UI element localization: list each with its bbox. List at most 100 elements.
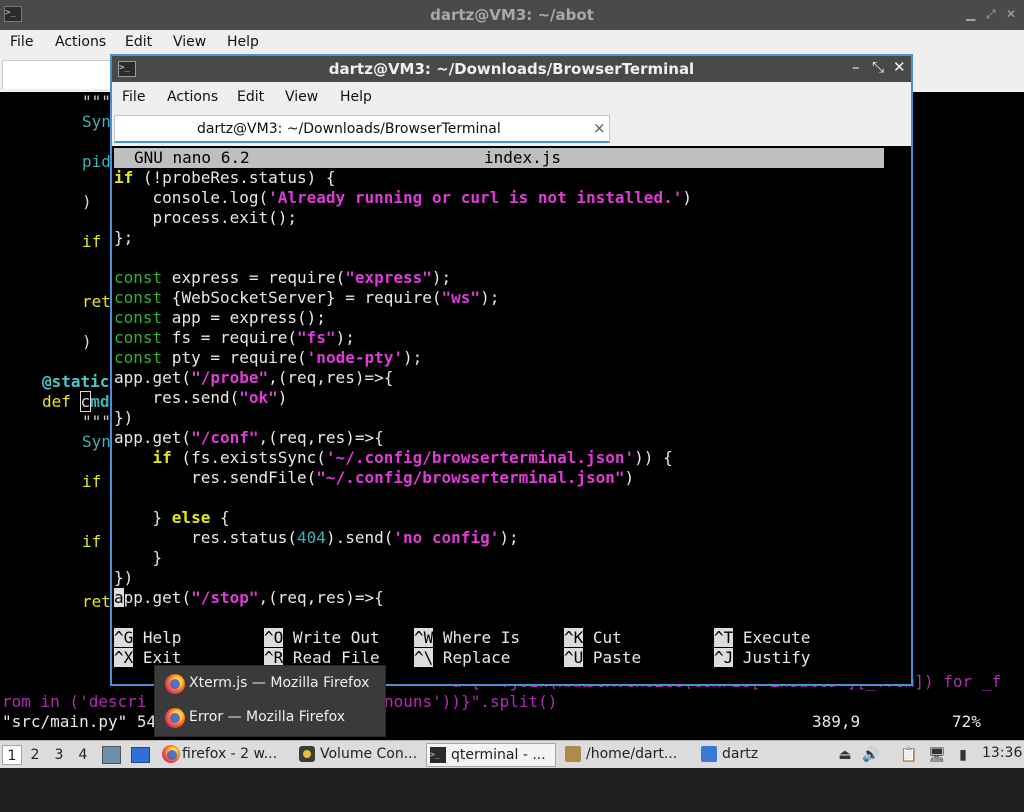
restore-icon[interactable]: ⤡ — [872, 58, 884, 76]
code-token: 'node-pty' — [306, 348, 403, 367]
code-token: fs = require( — [162, 328, 298, 347]
workspace-1[interactable]: 1 — [2, 745, 22, 765]
shortcut-key: ^K — [564, 628, 584, 647]
popup-item-error-firefox[interactable]: Error — Mozilla Firefox — [155, 701, 385, 735]
maximize-icon[interactable]: ⤢ — [986, 7, 996, 22]
code-line: process.exit(); — [114, 208, 298, 227]
shortcut-label: Paste — [592, 648, 642, 667]
code-line: app.get("/conf",(req,res)=>{ — [114, 428, 384, 448]
clock[interactable]: 13:36 — [982, 745, 1022, 761]
bg-code-line: if — [82, 532, 102, 551]
bg-code-line: ret — [82, 292, 111, 311]
bg-text-cursor: c — [79, 391, 92, 412]
code-token: app = express(); — [162, 308, 326, 327]
show-desktop-icon[interactable] — [131, 747, 150, 763]
code-token: express = require( — [162, 268, 346, 287]
bg-menu-actions[interactable]: Actions — [55, 34, 106, 50]
minimize-icon[interactable]: ▁ — [966, 7, 975, 21]
task-firefox[interactable]: firefox - 2 w... — [158, 743, 286, 767]
code-line: app.get("/stop",(req,res)=>{ — [114, 588, 384, 608]
task-label: firefox - 2 w... — [182, 746, 278, 762]
bg-menubar: File Actions Edit View Help — [0, 30, 1024, 56]
code-line: const pty = require('node-pty'); — [114, 348, 422, 368]
bg-menu-view[interactable]: View — [173, 34, 206, 50]
code-token: pty = require( — [162, 348, 307, 367]
workspace-4[interactable]: 4 — [73, 745, 93, 765]
folder-icon — [565, 746, 581, 762]
shortcut-label: Execute — [742, 628, 811, 647]
workspace-2[interactable]: 2 — [25, 745, 45, 765]
code-line: }) — [114, 568, 134, 587]
menu-view[interactable]: View — [285, 89, 318, 105]
task-volume-control[interactable]: Volume Con... — [296, 743, 422, 767]
shortcut-help[interactable]: ^G Help — [114, 628, 181, 648]
code-line: } — [114, 548, 163, 567]
bg-func-name: md — [90, 392, 110, 411]
bg-menu-help[interactable]: Help — [227, 34, 259, 50]
bg-titlebar[interactable]: >_ dartz@VM3: ~/abot ▁ ⤢ ✕ — [0, 0, 1024, 30]
fg-window-title: dartz@VM3: ~/Downloads/BrowserTerminal — [328, 60, 695, 78]
popup-item-xterm-firefox[interactable]: Xterm.js — Mozilla Firefox — [155, 667, 385, 701]
bg-code-line: ) — [82, 332, 92, 351]
bg-menu-file[interactable]: File — [10, 34, 33, 50]
bg-def-keyword: def — [42, 392, 71, 411]
code-token: (fs.existsSync( — [171, 448, 326, 467]
shortcut-paste[interactable]: ^U Paste — [564, 648, 641, 668]
shortcut-write-out[interactable]: ^O Write Out — [264, 628, 380, 648]
shortcut-execute[interactable]: ^T Execute — [714, 628, 810, 648]
shortcut-label: Replace — [442, 648, 511, 667]
bg-tab[interactable] — [2, 60, 118, 89]
tray-clipboard-icon[interactable]: 📋 — [900, 746, 918, 764]
code-line: }) — [114, 408, 134, 427]
code-line: const {WebSocketServer} = require("ws"); — [114, 288, 499, 308]
code-token: { — [210, 508, 230, 527]
shortcut-key: ^U — [564, 648, 584, 667]
tray-volume-icon[interactable]: 🔊 — [862, 746, 880, 764]
task-qterminal[interactable]: >_ qterminal - ... — [426, 743, 556, 767]
fg-tabbar: dartz@VM3: ~/Downloads/BrowserTerminal × — [112, 112, 911, 146]
close-icon[interactable]: ✕ — [1006, 7, 1016, 21]
shortcut-cut[interactable]: ^K Cut — [564, 628, 622, 648]
shortcut-justify[interactable]: ^J Justify — [714, 648, 810, 668]
bg-code-line: if — [82, 232, 102, 251]
tray-eject-icon[interactable]: ⏏ — [836, 746, 854, 764]
code-token: const — [114, 348, 163, 367]
nano-header: GNU nano 6.2 index.js — [114, 148, 884, 168]
code-token: '~/.config/browserterminal.json' — [325, 448, 635, 467]
terminal-tab-label: dartz@VM3: ~/Downloads/BrowserTerminal — [197, 121, 501, 137]
code-token: console.log( — [114, 188, 269, 207]
shortcut-label: Cut — [592, 628, 622, 647]
vim-status-percent: 72% — [952, 712, 981, 731]
code-token: else — [171, 508, 211, 527]
task-file-manager-dartz[interactable]: dartz — [698, 743, 824, 767]
task-file-manager-home[interactable]: /home/dart... — [562, 743, 692, 767]
popup-item-label: Error — Mozilla Firefox — [189, 709, 346, 725]
code-token: ,(req,res)=>{ — [258, 428, 384, 447]
workspace-3[interactable]: 3 — [49, 745, 69, 765]
tab-close-icon[interactable]: × — [593, 119, 606, 137]
tray-power-icon[interactable]: ▮ — [954, 746, 972, 764]
bg-code-line: """ — [82, 92, 111, 111]
menu-file[interactable]: File — [122, 89, 145, 105]
shortcut-label: Where Is — [442, 628, 520, 647]
shortcut-replace[interactable]: ^\ Replace — [414, 648, 510, 668]
tray-network-icon[interactable]: 🖥 — [928, 746, 946, 764]
menu-help[interactable]: Help — [340, 89, 372, 105]
file-manager-launcher-icon[interactable] — [102, 746, 121, 764]
code-token: ); — [403, 348, 423, 367]
code-token: const — [114, 328, 163, 347]
menu-edit[interactable]: Edit — [237, 89, 264, 105]
terminal-tab[interactable]: dartz@VM3: ~/Downloads/BrowserTerminal × — [114, 115, 610, 143]
shortcut-where-is[interactable]: ^W Where Is — [414, 628, 520, 648]
fg-titlebar[interactable]: >_ dartz@VM3: ~/Downloads/BrowserTermina… — [112, 56, 911, 82]
bg-code-line: if — [82, 472, 102, 491]
bg-menu-edit[interactable]: Edit — [125, 34, 152, 50]
code-token: "/conf" — [191, 428, 259, 447]
code-line: const app = express(); — [114, 308, 326, 328]
menu-actions[interactable]: Actions — [167, 89, 218, 105]
close-icon[interactable]: ✕ — [893, 58, 906, 76]
minimize-icon[interactable]: – — [852, 58, 860, 76]
task-label: /home/dart... — [586, 746, 678, 762]
shortcut-key: ^T — [714, 628, 734, 647]
code-line: if (!probeRes.status) { — [114, 168, 336, 188]
